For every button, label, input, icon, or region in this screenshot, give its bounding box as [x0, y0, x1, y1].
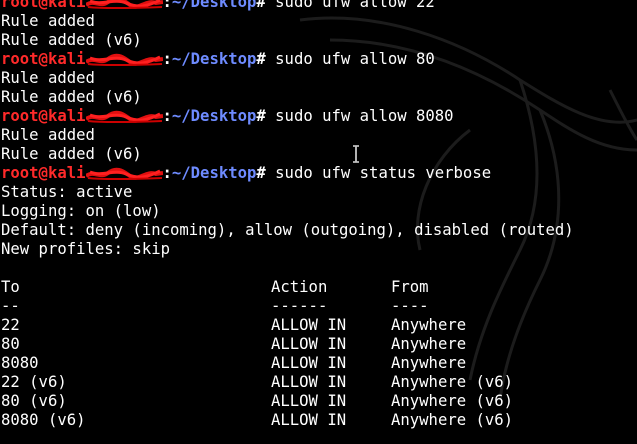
redacted-hostname	[85, 110, 163, 124]
cell-action: ALLOW IN	[271, 316, 347, 334]
cell-from: Anywhere (v6)	[391, 373, 514, 391]
prompt-separator: :	[162, 107, 172, 125]
prompt-user-host: root@kali	[1, 0, 86, 11]
cell-action: ALLOW IN	[271, 354, 347, 372]
separator-action: ------	[271, 297, 328, 315]
command-text: sudo ufw allow 8080	[275, 107, 454, 125]
prompt-line: root@kali:~/Desktop# sudo ufw allow 22	[1, 0, 637, 12]
prompt-separator: :	[162, 0, 172, 11]
logging-line: Logging: on (low)	[1, 202, 161, 220]
table-separator: -- ------ ----	[1, 297, 637, 316]
redacted-hostname	[85, 167, 163, 181]
new-profiles-line: New profiles: skip	[1, 240, 170, 258]
output-line: Rule added (v6)	[1, 31, 142, 49]
table-row: 80 (v6) ALLOW IN Anywhere (v6)	[1, 392, 637, 411]
cell-to: 22	[1, 316, 20, 334]
table-row: 22 ALLOW IN Anywhere	[1, 316, 637, 335]
table-row: 22 (v6) ALLOW IN Anywhere (v6)	[1, 373, 637, 392]
output-line: Rule added	[1, 12, 95, 30]
cell-to: 8080	[1, 354, 39, 372]
cell-to: 80 (v6)	[1, 392, 67, 410]
table-row: 80 ALLOW IN Anywhere	[1, 335, 637, 354]
cell-from: Anywhere (v6)	[391, 392, 514, 410]
prompt-symbol: #	[256, 107, 266, 125]
prompt-path: ~/Desktop	[171, 0, 257, 11]
output-line: Rule added (v6)	[1, 145, 142, 163]
prompt-user-host: root@kali	[1, 50, 86, 68]
cell-action: ALLOW IN	[271, 392, 347, 410]
table-header: To Action From	[1, 278, 637, 297]
cell-action: ALLOW IN	[271, 411, 347, 429]
cell-to: 22 (v6)	[1, 373, 67, 391]
cell-to: 8080 (v6)	[1, 411, 86, 429]
cell-from: Anywhere (v6)	[391, 411, 514, 429]
cell-from: Anywhere	[391, 354, 467, 372]
prompt-symbol: #	[256, 164, 266, 182]
text-cursor-icon	[353, 145, 359, 163]
header-action: Action	[271, 278, 328, 296]
command-text: sudo ufw status verbose	[275, 164, 492, 182]
cell-from: Anywhere	[391, 335, 467, 353]
cell-action: ALLOW IN	[271, 373, 347, 391]
status-line: Status: active	[1, 183, 133, 201]
prompt-user-host: root@kali	[1, 107, 86, 125]
header-to: To	[1, 278, 20, 296]
prompt-line: root@kali:~/Desktop# sudo ufw allow 80	[1, 50, 637, 69]
table-row: 8080 ALLOW IN Anywhere	[1, 354, 637, 373]
prompt-path: ~/Desktop	[171, 164, 257, 182]
cell-from: Anywhere	[391, 316, 467, 334]
command-text: sudo ufw allow 80	[275, 50, 435, 68]
prompt-separator: :	[162, 164, 172, 182]
prompt-path: ~/Desktop	[171, 107, 257, 125]
output-line: Rule added	[1, 126, 95, 144]
output-line: Rule added (v6)	[1, 88, 142, 106]
header-from: From	[391, 278, 429, 296]
output-line: Rule added	[1, 69, 95, 87]
default-policy-line: Default: deny (incoming), allow (outgoin…	[1, 221, 574, 239]
prompt-path: ~/Desktop	[171, 50, 257, 68]
prompt-line: root@kali:~/Desktop# sudo ufw allow 8080	[1, 107, 637, 126]
prompt-separator: :	[162, 50, 172, 68]
prompt-symbol: #	[256, 0, 266, 11]
redacted-hostname	[85, 0, 163, 10]
separator-from: ----	[391, 297, 429, 315]
command-text: sudo ufw allow 22	[275, 0, 435, 11]
redacted-hostname	[85, 53, 163, 67]
terminal-window[interactable]: root@kali:~/Desktop# sudo ufw allow 22 R…	[0, 0, 637, 444]
prompt-line: root@kali:~/Desktop# sudo ufw status ver…	[1, 164, 637, 183]
terminal-output: root@kali:~/Desktop# sudo ufw allow 22 R…	[1, 0, 637, 430]
table-row: 8080 (v6) ALLOW IN Anywhere (v6)	[1, 411, 637, 430]
cell-action: ALLOW IN	[271, 335, 347, 353]
cell-to: 80	[1, 335, 20, 353]
separator-to: --	[1, 297, 20, 315]
prompt-user-host: root@kali	[1, 164, 86, 182]
prompt-symbol: #	[256, 50, 266, 68]
